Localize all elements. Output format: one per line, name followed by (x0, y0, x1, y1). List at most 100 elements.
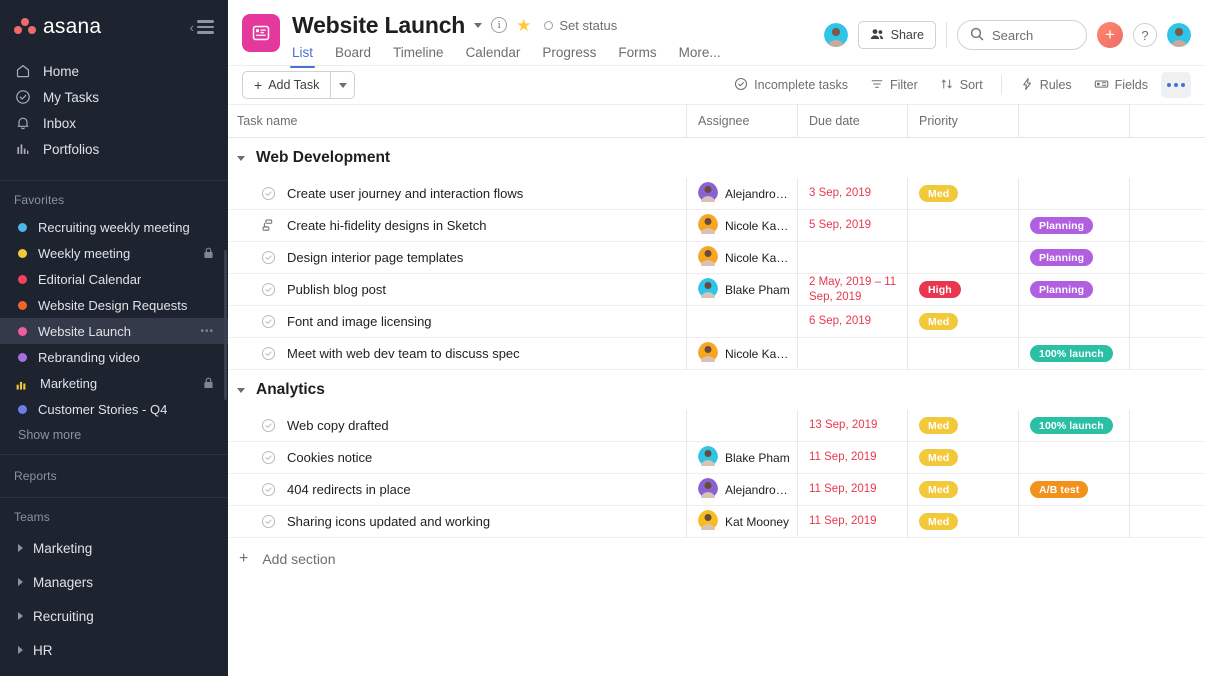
tag-cell[interactable] (1018, 178, 1129, 209)
sidebar-item-my-tasks[interactable]: My Tasks (0, 84, 228, 110)
task-name-cell[interactable]: Create user journey and interaction flow… (228, 178, 686, 209)
tag-badge[interactable]: Planning (1030, 217, 1093, 234)
due-date-cell[interactable]: 11 Sep, 2019 (797, 506, 907, 537)
search-input[interactable]: Search (957, 20, 1087, 50)
subtask-icon[interactable] (261, 218, 276, 233)
check-circle-icon[interactable] (261, 482, 276, 497)
assignee-cell[interactable] (686, 410, 797, 441)
priority-badge[interactable]: Med (919, 417, 958, 434)
tag-cell[interactable] (1018, 506, 1129, 537)
empty-cell[interactable] (1129, 210, 1205, 241)
team-item-recruiting[interactable]: Recruiting (0, 599, 228, 633)
assignee[interactable]: Alejandro L... (698, 182, 791, 205)
tab-list[interactable]: List (292, 45, 313, 68)
task-name-cell[interactable]: Publish blog post (228, 274, 686, 305)
assignee-cell[interactable]: Blake Pham (686, 442, 797, 473)
check-circle-icon[interactable] (261, 450, 276, 465)
assignee-cell[interactable]: Alejandro L... (686, 474, 797, 505)
empty-cell[interactable] (1129, 506, 1205, 537)
empty-cell[interactable] (1129, 338, 1205, 369)
task-name-cell[interactable]: Font and image licensing (228, 306, 686, 337)
table-row[interactable]: Cookies noticeBlake Pham11 Sep, 2019Med (228, 442, 1205, 474)
tag-badge[interactable]: 100% launch (1030, 345, 1113, 362)
check-circle-icon[interactable] (261, 282, 276, 297)
fields-button[interactable]: Fields (1085, 72, 1157, 98)
sidebar-scrollbar[interactable] (224, 250, 227, 400)
table-row[interactable]: Publish blog post Blake Pham 2 May, 2019 –… (228, 274, 1205, 306)
show-more-button[interactable]: Show more (0, 422, 228, 442)
due-date-cell[interactable]: 11 Sep, 2019 (797, 474, 907, 505)
team-item-hr[interactable]: HR (0, 633, 228, 667)
table-row[interactable]: 404 redirects in placeAlejandro L...11 S… (228, 474, 1205, 506)
due-date[interactable]: 6 Sep, 2019 (809, 314, 871, 328)
priority-cell[interactable]: Med (907, 442, 1018, 473)
tab-forms[interactable]: Forms (618, 45, 656, 68)
priority-cell[interactable]: Med (907, 410, 1018, 441)
tab-progress[interactable]: Progress (542, 45, 596, 68)
empty-cell[interactable] (1129, 274, 1205, 305)
assignee-cell[interactable]: Nicole Kap... (686, 242, 797, 273)
add-section-button[interactable]: + Add section (228, 538, 1205, 580)
due-date-cell[interactable] (797, 338, 907, 369)
empty-cell[interactable] (1129, 474, 1205, 505)
due-date-cell[interactable]: 5 Sep, 2019 (797, 210, 907, 241)
due-date[interactable]: 11 Sep, 2019 (809, 450, 877, 464)
set-status-button[interactable]: Set status (544, 18, 617, 33)
column-header-assignee[interactable]: Assignee (686, 104, 797, 138)
due-date[interactable]: 3 Sep, 2019 (809, 186, 871, 200)
due-date[interactable]: 2 May, 2019 – 11 Sep, 2019 (809, 275, 907, 304)
share-button[interactable]: Share (858, 21, 936, 49)
favorite-item-marketing[interactable]: Marketing (0, 370, 228, 396)
assignee[interactable]: Blake Pham (698, 446, 790, 469)
due-date[interactable]: 5 Sep, 2019 (809, 218, 871, 232)
table-row[interactable]: Sharing icons updated and workingKat Moo… (228, 506, 1205, 538)
chevron-down-icon[interactable] (237, 156, 245, 161)
favorite-item-customer-stories-q4[interactable]: Customer Stories - Q4 (0, 396, 228, 422)
assignee-cell[interactable] (686, 306, 797, 337)
priority-cell[interactable]: Med (907, 474, 1018, 505)
table-row[interactable]: Create hi-fidelity designs in SketchNico… (228, 210, 1205, 242)
tag-cell[interactable]: Planning (1018, 274, 1129, 305)
due-date-cell[interactable]: 6 Sep, 2019 (797, 306, 907, 337)
add-task-button[interactable]: + Add Task (242, 71, 355, 99)
empty-cell[interactable] (1129, 178, 1205, 209)
due-date-cell[interactable]: 13 Sep, 2019 (797, 410, 907, 441)
empty-cell[interactable] (1129, 442, 1205, 473)
tag-badge[interactable]: Planning (1030, 249, 1093, 266)
sidebar-item-inbox[interactable]: Inbox (0, 110, 228, 136)
table-row[interactable]: Meet with web dev team to discuss specNi… (228, 338, 1205, 370)
user-avatar[interactable] (1167, 23, 1191, 47)
member-avatar[interactable] (824, 23, 848, 47)
team-item-marketing[interactable]: Marketing (0, 531, 228, 565)
column-header-priority[interactable]: Priority (907, 104, 1018, 138)
due-date-cell[interactable]: 3 Sep, 2019 (797, 178, 907, 209)
task-name-cell[interactable]: Create hi-fidelity designs in Sketch (228, 210, 686, 241)
priority-badge[interactable]: High (919, 281, 961, 298)
favorite-item-website-launch[interactable]: Website Launch ••• (0, 318, 228, 344)
tab-board[interactable]: Board (335, 45, 371, 68)
empty-cell[interactable] (1129, 242, 1205, 273)
check-circle-icon[interactable] (261, 346, 276, 361)
reports-title[interactable]: Reports (0, 455, 228, 497)
tab-more[interactable]: More... (679, 45, 721, 68)
table-row[interactable]: Create user journey and interaction flow… (228, 178, 1205, 210)
empty-cell[interactable] (1129, 306, 1205, 337)
task-name-cell[interactable]: Sharing icons updated and working (228, 506, 686, 537)
priority-cell[interactable] (907, 338, 1018, 369)
priority-badge[interactable]: Med (919, 513, 958, 530)
section-title[interactable]: Analytics (256, 381, 325, 399)
tag-badge[interactable]: Planning (1030, 281, 1093, 298)
assignee[interactable]: Nicole Kap... (698, 342, 791, 365)
assignee-cell[interactable]: Blake Pham (686, 274, 797, 305)
assignee-cell[interactable]: Kat Mooney (686, 506, 797, 537)
assignee[interactable]: Blake Pham (698, 278, 790, 301)
favorite-more-icon[interactable]: ••• (200, 326, 214, 337)
column-header-task-name[interactable]: Task name (228, 104, 686, 138)
team-item-everyone-at-apollo[interactable]: Everyone at Apollo Enter... (0, 667, 228, 676)
check-circle-icon[interactable] (261, 250, 276, 265)
chevron-down-icon[interactable] (237, 388, 245, 393)
project-list-icon[interactable] (242, 14, 280, 52)
priority-cell[interactable]: Med (907, 306, 1018, 337)
tag-cell[interactable]: Planning (1018, 210, 1129, 241)
assignee[interactable]: Nicole Kap... (698, 246, 791, 269)
